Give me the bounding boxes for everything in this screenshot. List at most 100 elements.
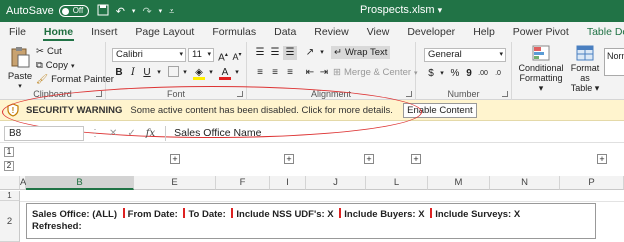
accounting-dropdown-icon[interactable]: ▾ (435, 67, 449, 81)
clipboard-group-label: Clipboard (33, 89, 72, 99)
number-launcher-icon[interactable] (502, 91, 508, 97)
paste-button[interactable]: Paste ▾ (6, 46, 34, 90)
align-right-icon[interactable]: ≡ (283, 66, 297, 80)
autosave-toggle[interactable]: Off (58, 5, 89, 17)
expand-group-icon[interactable]: + (597, 154, 607, 164)
increase-decimal-icon[interactable]: .00 (476, 67, 490, 81)
insert-function-icon[interactable]: fx (146, 128, 155, 139)
tab-view[interactable]: View (358, 26, 399, 42)
align-top-icon[interactable]: ☰ (253, 46, 267, 60)
paste-icon (11, 47, 30, 68)
decrease-indent-icon[interactable]: ⇤ (303, 66, 317, 80)
enter-icon[interactable]: ✓ (127, 128, 135, 139)
number-format-select[interactable]: General ▾ (424, 48, 506, 62)
grow-font-icon[interactable]: A▴ (216, 48, 230, 63)
undo-icon[interactable]: ↶ (116, 5, 125, 18)
row-header-1[interactable]: 1 (0, 191, 20, 201)
format-as-table-button[interactable]: Format as Table ▾ (568, 45, 602, 93)
merge-center-button[interactable]: ⊞ Merge & Center ▾ (333, 67, 418, 78)
alignment-launcher-icon[interactable] (406, 91, 412, 97)
row-divider (20, 201, 624, 202)
formula-bar-separator-icon: ⋮ (90, 128, 101, 139)
column-header-l[interactable]: L (366, 176, 428, 190)
column-header-e[interactable]: E (134, 176, 216, 190)
outline-level-1-button[interactable]: 1 (4, 147, 14, 157)
bold-icon[interactable]: B (112, 66, 126, 80)
decrease-decimal-icon[interactable]: .0 (491, 67, 505, 81)
tab-insert[interactable]: Insert (82, 26, 126, 42)
percent-icon[interactable]: % (448, 67, 462, 81)
copy-button[interactable]: ⧉ Copy ▾ (36, 60, 75, 71)
font-launcher-icon[interactable] (237, 91, 243, 97)
conditional-formatting-icon (532, 45, 550, 61)
tab-help[interactable]: Help (464, 26, 504, 42)
tab-data[interactable]: Data (265, 26, 305, 42)
tab-review[interactable]: Review (305, 26, 357, 42)
security-warning-message[interactable]: Some active content has been disabled. C… (130, 105, 392, 116)
align-middle-icon[interactable]: ☰ (268, 46, 282, 60)
format-as-table-icon (576, 45, 594, 61)
wrap-text-button[interactable]: ↵ Wrap Text (331, 46, 391, 59)
column-header-p[interactable]: P (560, 176, 624, 190)
name-box[interactable]: B8 (4, 126, 84, 141)
cancel-icon[interactable]: ✕ (109, 128, 117, 139)
expand-group-icon[interactable]: + (364, 154, 374, 164)
expand-group-icon[interactable]: + (284, 154, 294, 164)
number-group-label: Number (447, 89, 480, 99)
increase-indent-icon[interactable]: ⇥ (317, 66, 331, 80)
corner-select-all[interactable] (0, 176, 20, 190)
borders-dropdown-icon[interactable]: ▾ (178, 66, 192, 80)
outline-level-2-button[interactable]: 2 (4, 161, 14, 171)
tab-file[interactable]: File (0, 26, 35, 42)
align-center-icon[interactable]: ≡ (268, 66, 282, 80)
expand-group-icon[interactable]: + (411, 154, 421, 164)
format-painter-button[interactable]: 🖌 Format Painter (36, 74, 114, 85)
expand-group-icon[interactable]: + (170, 154, 180, 164)
column-header-m[interactable]: M (428, 176, 490, 190)
conditional-formatting-button[interactable]: Conditional Formatting ▾ (516, 45, 566, 93)
fill-color-dropdown-icon[interactable]: ▾ (204, 66, 218, 80)
tab-page-layout[interactable]: Page Layout (126, 26, 203, 42)
tab-formulas[interactable]: Formulas (203, 26, 265, 42)
tab-table-design[interactable]: Table Design (578, 26, 624, 42)
cut-button[interactable]: ✂ Cut (36, 46, 62, 57)
comma-style-icon[interactable]: 9 (462, 67, 476, 81)
underline-dropdown-icon[interactable]: ▾ (152, 66, 166, 80)
column-header-f[interactable]: F (216, 176, 270, 190)
orientation-dropdown-icon[interactable]: ▾ (315, 46, 329, 60)
redo-dropdown-icon[interactable]: ▾ (159, 7, 163, 15)
customize-qat-icon[interactable]: ⩡ (169, 6, 174, 17)
shrink-font-icon[interactable]: A▾ (230, 48, 244, 62)
tab-power-pivot[interactable]: Power Pivot (504, 26, 578, 42)
column-header-j[interactable]: J (306, 176, 366, 190)
cut-label: Cut (46, 46, 62, 57)
formula-input[interactable]: Sales Office Name (165, 126, 624, 141)
window-title[interactable]: Prospects.xlsm ▾ (360, 4, 442, 16)
cell-style-box[interactable]: Norm (604, 48, 624, 76)
column-header-i[interactable]: I (270, 176, 306, 190)
column-header-b[interactable]: B (26, 176, 134, 190)
italic-icon[interactable]: I (126, 66, 140, 80)
report-parameters-cell[interactable]: Sales Office: (ALL) From Date: To Date: … (26, 203, 596, 239)
include-nss-text: Include NSS UDF's: X (236, 209, 334, 220)
cell-style-normal: Norm (607, 51, 624, 61)
tab-developer[interactable]: Developer (398, 26, 464, 42)
font-size-value: 11 (192, 49, 202, 60)
autosave-state: Off (72, 6, 84, 15)
tab-home[interactable]: Home (35, 26, 82, 42)
align-bottom-icon[interactable]: ☰ (283, 46, 297, 60)
font-family-select[interactable]: Calibri ▾ (112, 48, 186, 62)
enable-content-button[interactable]: Enable Content (402, 102, 477, 118)
font-family-value: Calibri (116, 49, 143, 60)
font-color-dropdown-icon[interactable]: ▾ (230, 66, 244, 80)
font-size-select[interactable]: 11 ▾ (188, 48, 214, 62)
column-header-n[interactable]: N (490, 176, 560, 190)
row-header-2[interactable]: 2 (0, 201, 20, 242)
redo-icon[interactable]: ↷ (142, 5, 151, 18)
table-label: Table ▾ (570, 83, 600, 93)
align-left-icon[interactable]: ≡ (253, 66, 267, 80)
undo-dropdown-icon[interactable]: ▾ (132, 7, 136, 15)
clipboard-launcher-icon[interactable] (96, 91, 102, 97)
font-group: Calibri ▾ 11 ▾ A▴ A▾ B I U ▾ ▾ ◈ ▾ A ▾ Fon… (106, 42, 247, 100)
save-icon[interactable] (97, 4, 109, 19)
